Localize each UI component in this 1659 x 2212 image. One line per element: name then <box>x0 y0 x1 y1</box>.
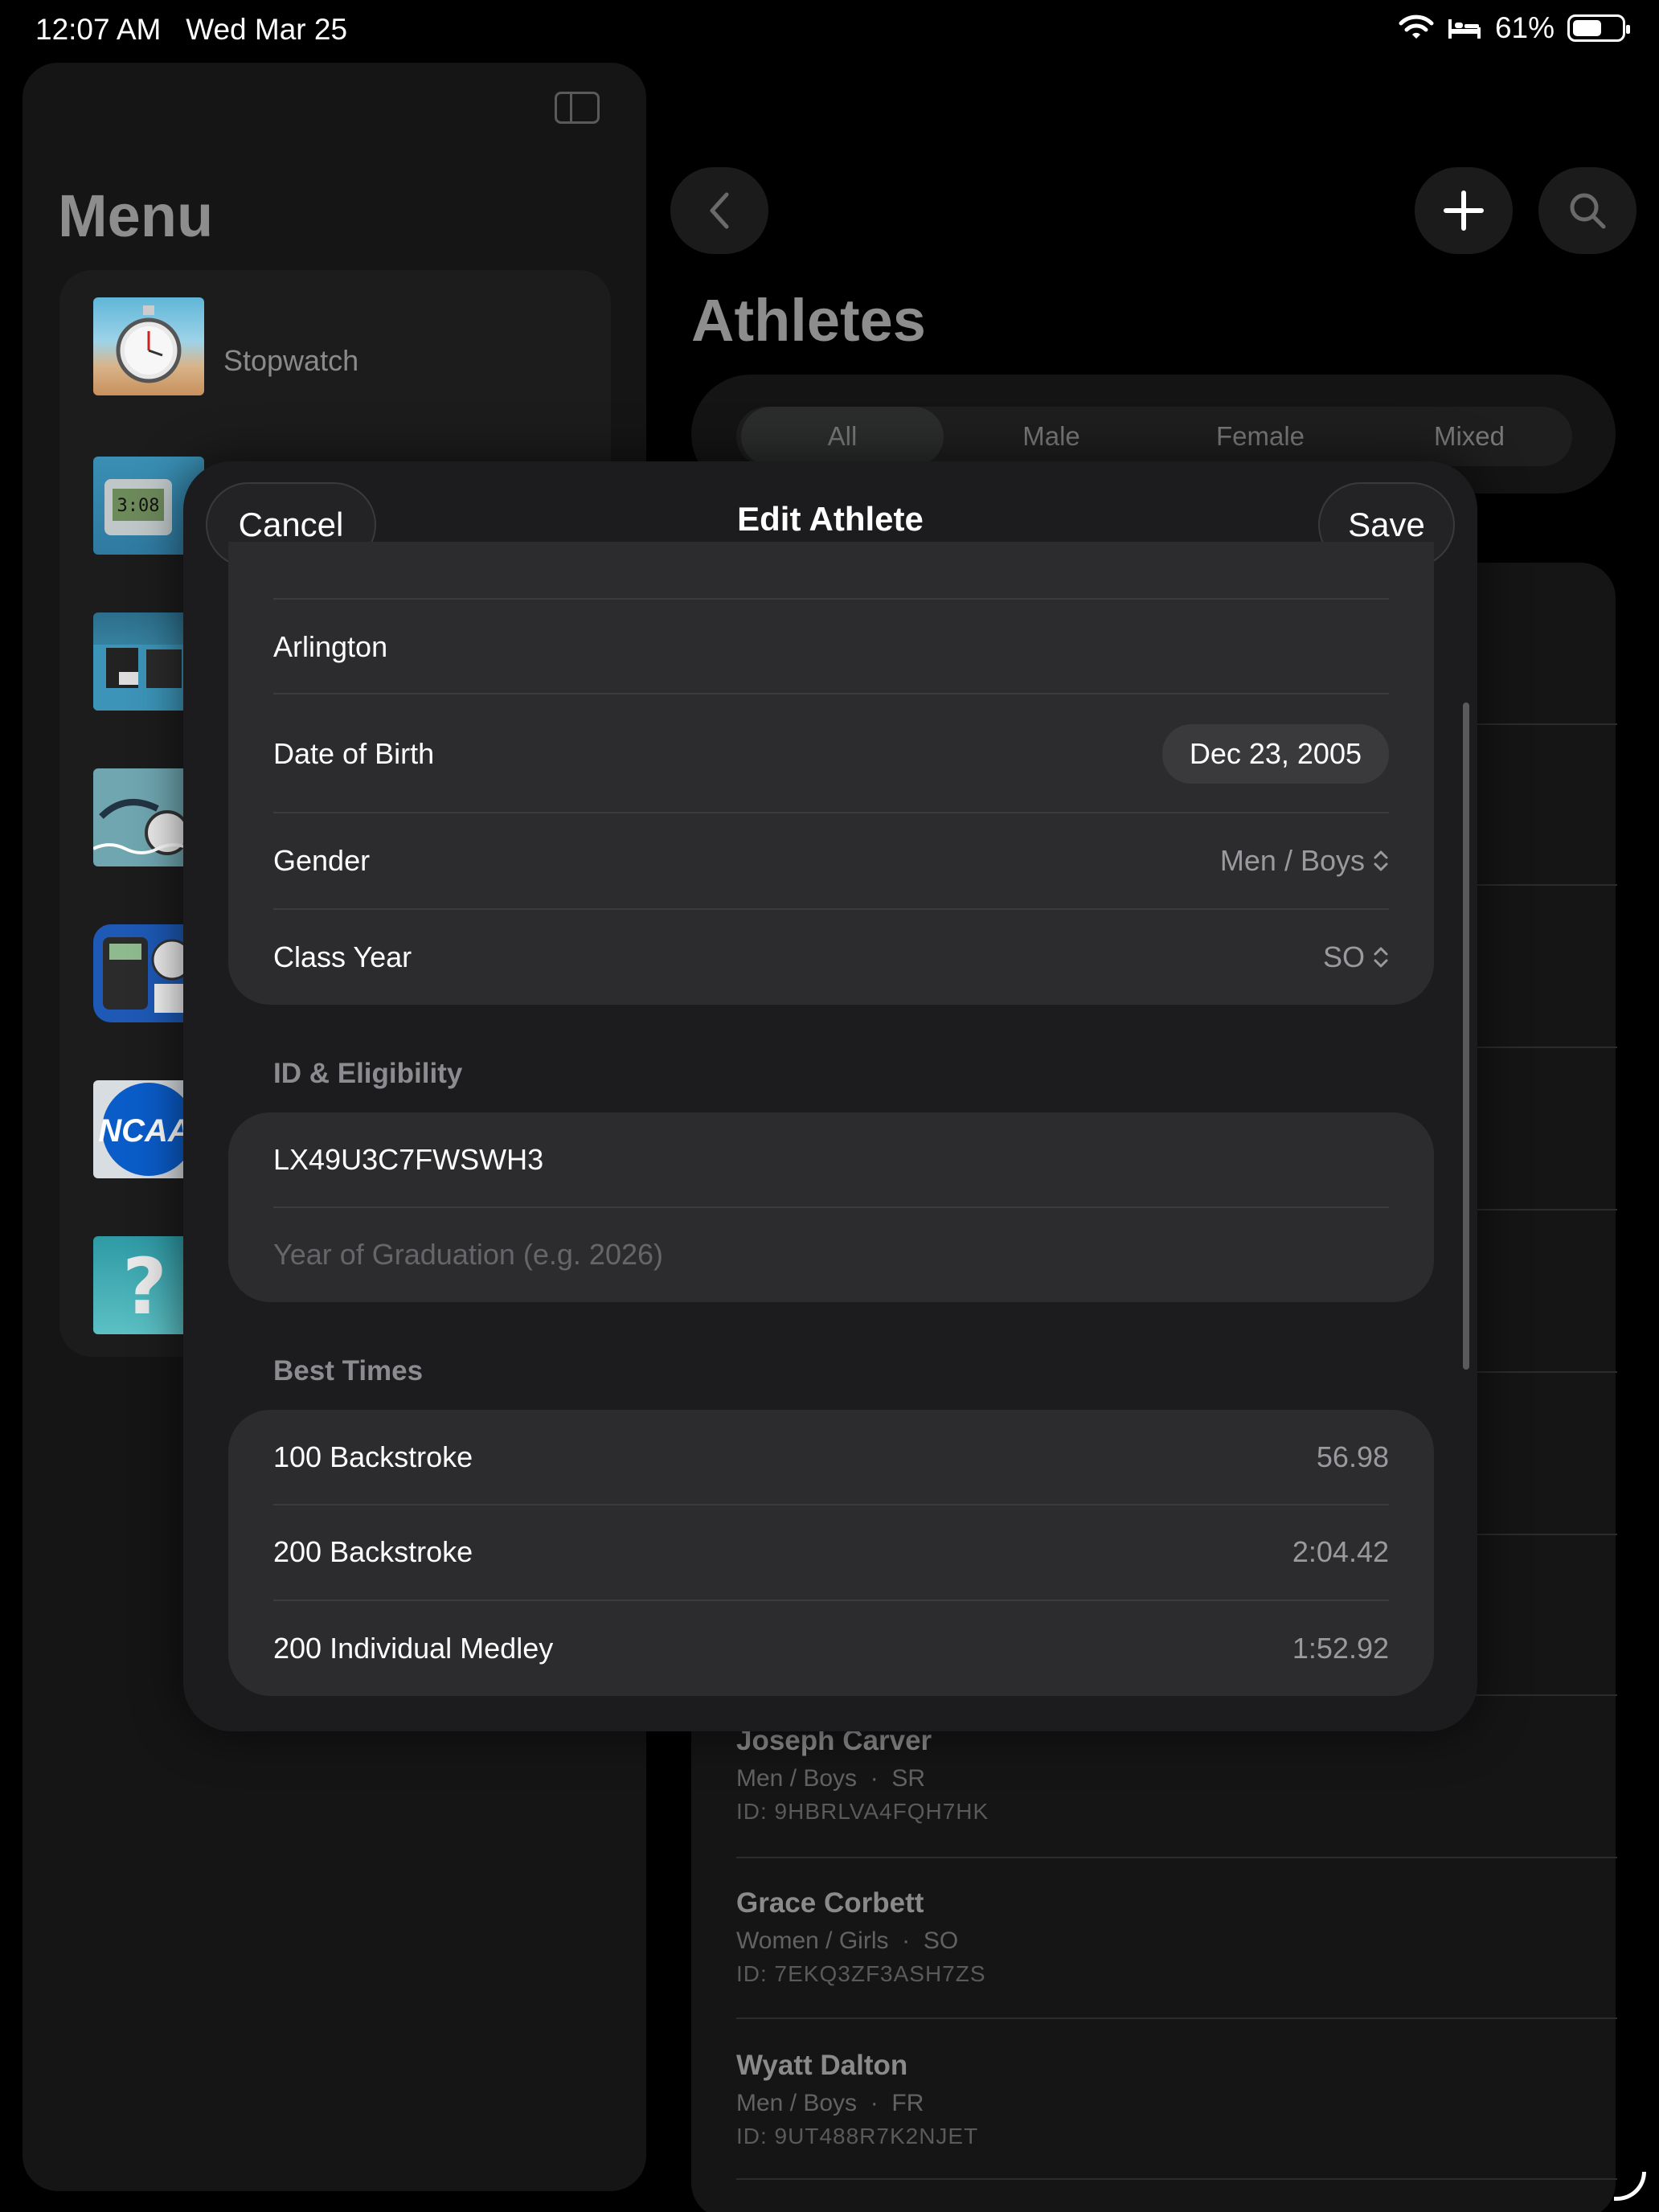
event-time: 2:04.42 <box>1292 1535 1389 1568</box>
athlete-id-value: LX49U3C7FWSWH3 <box>273 1143 544 1176</box>
event-name: 200 Individual Medley <box>273 1632 554 1665</box>
athlete-gender: Men / Boys <box>736 2090 858 2116</box>
menu-item-label: Stopwatch <box>223 344 359 377</box>
date-of-birth-row: Date of Birth Dec 23, 2005 <box>228 694 1434 813</box>
athlete-row[interactable]: Joseph Carver Men / Boys · SR ID: 9HBRLV… <box>736 1725 989 1825</box>
gender-value: Men / Boys <box>1219 844 1365 877</box>
best-times-group: 100 Backstroke 56.98 200 Backstroke 2:04… <box>228 1410 1434 1696</box>
gender-row[interactable]: Gender Men / Boys <box>228 813 1434 908</box>
back-button[interactable] <box>670 167 768 254</box>
athlete-year: SR <box>891 1765 926 1792</box>
athlete-name: Grace Corbett <box>736 1887 924 1919</box>
best-time-row[interactable]: 200 Backstroke 2:04.42 <box>228 1505 1434 1600</box>
athlete-year: FR <box>891 2090 924 2116</box>
status-date: Wed Mar 25 <box>186 13 348 46</box>
gender-filter-segmented-control: All Male Female Mixed <box>736 407 1572 466</box>
graduation-year-field[interactable]: Year of Graduation (e.g. 2026) <box>228 1207 1434 1302</box>
stopwatch-thumbnail <box>93 297 204 395</box>
search-button[interactable] <box>1538 167 1636 254</box>
svg-text:NCAA: NCAA <box>98 1113 191 1149</box>
filter-mixed[interactable]: Mixed <box>1368 407 1571 466</box>
gender-picker[interactable]: Men / Boys <box>1220 844 1389 878</box>
status-time: 12:07 AM <box>35 13 162 46</box>
sidebar-toggle-icon[interactable] <box>555 92 600 124</box>
status-indicators: 61% <box>1399 11 1630 45</box>
athlete-row[interactable]: Grace Corbett Women / Girls · SO ID: 7EK… <box>736 1887 986 1987</box>
athlete-name: Wyatt Dalton <box>736 2050 908 2081</box>
menu-title: Menu <box>58 182 214 249</box>
list-separator <box>736 2017 1617 2019</box>
event-name: 100 Backstroke <box>273 1440 473 1473</box>
search-icon <box>1570 193 1606 229</box>
dob-label: Date of Birth <box>273 737 435 770</box>
personal-info-group: Arlington Date of Birth Dec 23, 2005 Gen… <box>228 542 1434 1005</box>
battery-icon <box>1567 14 1630 42</box>
gender-label: Gender <box>273 844 371 877</box>
svg-text:?: ? <box>122 1242 167 1332</box>
class-year-label: Class Year <box>273 940 412 973</box>
svg-text:3:08: 3:08 <box>117 496 160 516</box>
graduation-year-placeholder: Year of Graduation (e.g. 2026) <box>273 1238 663 1271</box>
athlete-meta: Men / Boys · FR <box>736 2090 924 2116</box>
athlete-id: ID: 7EKQ3ZF3ASH7ZS <box>736 1961 986 1986</box>
last-name-value: Arlington <box>273 630 388 663</box>
chevron-left-icon <box>710 192 729 229</box>
id-eligibility-header: ID & Eligibility <box>273 1058 463 1089</box>
list-separator <box>736 1857 1617 1858</box>
filter-female[interactable]: Female <box>1159 407 1362 466</box>
battery-percent: 61% <box>1494 11 1555 44</box>
plus-icon <box>1444 190 1484 231</box>
chevron-up-down-icon <box>1374 947 1388 968</box>
athlete-id: ID: 9UT488R7K2NJET <box>736 2124 979 2149</box>
event-name: 200 Backstroke <box>273 1535 473 1568</box>
event-time: 1:52.92 <box>1292 1632 1389 1665</box>
athlete-year: SO <box>923 1927 959 1954</box>
add-athlete-button[interactable] <box>1415 167 1513 254</box>
athlete-id: ID: 9HBRLVA4FQH7HK <box>736 1799 989 1824</box>
athlete-row[interactable]: Wyatt Dalton Men / Boys · FR ID: 9UT488R… <box>736 2050 978 2149</box>
best-times-header: Best Times <box>273 1355 424 1387</box>
dob-date-picker[interactable]: Dec 23, 2005 <box>1161 724 1389 784</box>
athlete-gender: Men / Boys <box>736 1765 858 1792</box>
athlete-meta: Women / Girls · SO <box>736 1927 959 1954</box>
chevron-up-down-icon <box>1374 850 1388 871</box>
athlete-gender: Women / Girls <box>736 1927 889 1954</box>
menu-item-stopwatch[interactable]: Stopwatch <box>59 270 611 423</box>
filter-all[interactable]: All <box>741 407 944 466</box>
class-year-row[interactable]: Class Year SO <box>228 910 1434 1005</box>
status-bar: 12:07 AM Wed Mar 25 61% <box>0 0 1659 61</box>
status-time-date: 12:07 AM Wed Mar 25 <box>35 13 347 47</box>
class-year-value: SO <box>1322 940 1365 973</box>
edit-athlete-sheet: Last Name Cancel Edit Athlete Save Arlin… <box>183 461 1477 1731</box>
id-eligibility-group: LX49U3C7FWSWH3 Year of Graduation (e.g. … <box>228 1112 1434 1302</box>
bed-sleep-icon <box>1448 19 1481 39</box>
resize-corner-indicator <box>1614 2172 1646 2201</box>
athlete-meta: Men / Boys · SR <box>736 1765 926 1792</box>
last-name-field[interactable]: Arlington <box>228 600 1434 694</box>
best-time-row[interactable]: 200 Individual Medley 1:52.92 <box>228 1601 1434 1696</box>
sheet-title: Edit Athlete <box>737 500 924 538</box>
list-separator <box>736 2178 1617 2180</box>
sheet-scrollbar[interactable] <box>1463 703 1469 1370</box>
best-time-row[interactable]: 100 Backstroke 56.98 <box>228 1410 1434 1505</box>
filter-male[interactable]: Male <box>950 407 1153 466</box>
class-year-picker[interactable]: SO <box>1323 940 1389 974</box>
page-title: Athletes <box>691 287 926 354</box>
athlete-id-field[interactable]: LX49U3C7FWSWH3 <box>228 1112 1434 1207</box>
wifi-icon <box>1399 14 1434 39</box>
event-time: 56.98 <box>1316 1440 1389 1473</box>
